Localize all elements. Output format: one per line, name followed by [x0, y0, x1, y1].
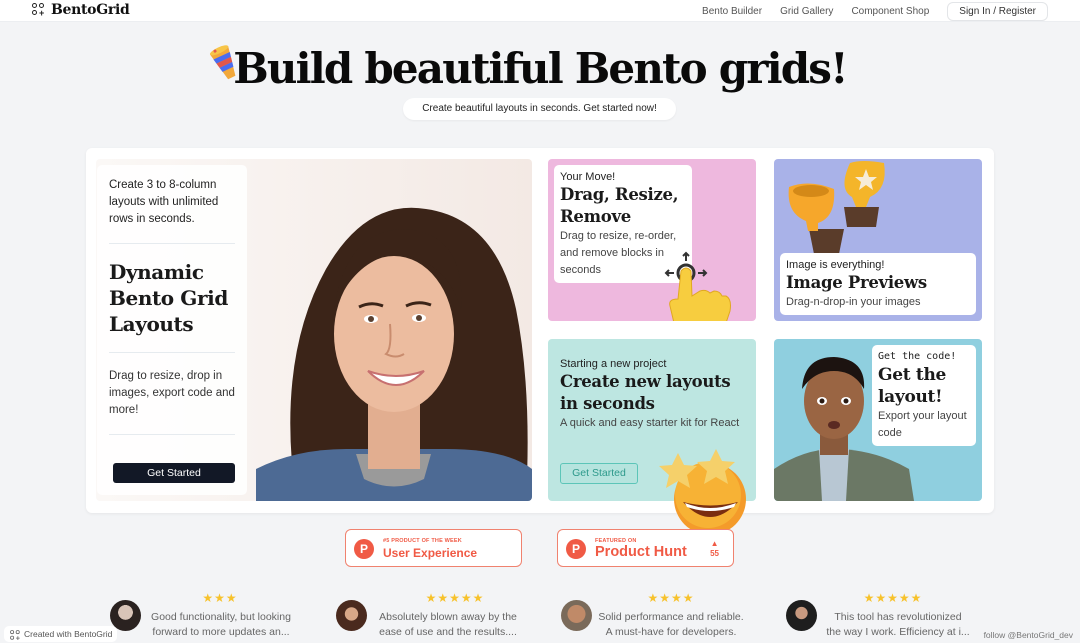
- rating-stars: ★★★★: [647, 591, 695, 605]
- woman-portrait-image: [256, 207, 532, 501]
- main-card-panel: Create 3 to 8-column layouts with unlimi…: [97, 165, 247, 495]
- trophy-icon: [788, 161, 885, 254]
- bento-grid: Create 3 to 8-column layouts with unlimi…: [86, 148, 994, 513]
- card-drag-resize: Your Move! Drag, Resize, Remove Drag to …: [548, 159, 756, 321]
- image-card-title: Image Previews: [786, 273, 927, 292]
- create-card-eyebrow: Starting a new project: [560, 358, 667, 370]
- product-hunt-logo-icon: P: [354, 539, 374, 559]
- get-started-button[interactable]: Get Started: [113, 463, 235, 483]
- drag-card-title: Drag, Resize, Remove: [560, 185, 679, 226]
- code-card-desc: Export your layout code: [878, 410, 967, 439]
- create-card-desc: A quick and easy starter kit for React: [560, 417, 740, 429]
- testimonial-line: This tool has revolutionized: [834, 611, 962, 623]
- sign-in-button[interactable]: Sign In / Register: [947, 2, 1048, 21]
- divider: [109, 434, 235, 435]
- main-card-intro: Create 3 to 8-column layouts with unlimi…: [109, 179, 219, 225]
- image-card-textbox: Image is everything! Image Previews Drag…: [780, 253, 976, 315]
- code-card-title: Get the layout!: [878, 365, 947, 407]
- bento-logo-icon: +: [32, 3, 46, 18]
- image-card-desc: Drag-n-drop-in your images: [786, 296, 921, 308]
- rating-stars: ★★★★★: [425, 591, 485, 605]
- logo-text: BentoGrid: [51, 2, 130, 18]
- drag-card-eyebrow: Your Move!: [560, 171, 616, 183]
- image-card-eyebrow: Image is everything!: [786, 259, 885, 271]
- featured-product-hunt-badge[interactable]: P FEATURED ON Product Hunt ▲ 55: [557, 529, 734, 567]
- rating-stars: ★★★★★: [863, 591, 923, 605]
- testimonial-text: Solid performance and reliable. A must-h…: [597, 610, 745, 640]
- create-card-text: Starting a new project Create new layout…: [560, 357, 750, 432]
- testimonial-line: Solid performance and reliable.: [598, 611, 744, 623]
- main-card-title: Dynamic Bento Grid Layouts: [109, 260, 228, 336]
- nav-link-component-shop[interactable]: Component Shop: [851, 6, 929, 17]
- testimonial-text: Absolutely blown away by the ease of use…: [376, 610, 520, 640]
- hero-subtitle: Create beautiful layouts in seconds. Get…: [403, 98, 676, 120]
- upvote-count: ▲ 55: [710, 539, 719, 560]
- create-get-started-button[interactable]: Get Started: [560, 463, 638, 484]
- testimonial-line: Absolutely blown away by the: [379, 611, 517, 623]
- divider: [109, 352, 235, 353]
- nav-link-bento-builder[interactable]: Bento Builder: [702, 6, 762, 17]
- divider: [109, 243, 235, 244]
- code-card-eyebrow: Get the code!: [878, 351, 957, 362]
- card-dynamic-layouts: Create 3 to 8-column layouts with unlimi…: [96, 159, 532, 501]
- created-with-badge[interactable]: + Created with BentoGrid: [4, 626, 118, 642]
- upvote-number: 55: [710, 549, 719, 558]
- nav-links: Bento Builder Grid Gallery Component Sho…: [702, 2, 1048, 21]
- testimonial-text: This tool has revolutionized the way I w…: [824, 610, 972, 640]
- testimonial-line: forward to more updates an...: [152, 626, 290, 638]
- bento-logo-icon: +: [10, 629, 20, 641]
- nav-link-grid-gallery[interactable]: Grid Gallery: [780, 6, 833, 17]
- avatar: [786, 600, 817, 631]
- logo[interactable]: + BentoGrid: [32, 2, 130, 18]
- code-card-textbox: Get the code! Get the layout! Export you…: [872, 345, 976, 446]
- testimonial-line: the way I work. Efficiency at i...: [826, 626, 970, 638]
- testimonial-line: ease of use and the results....: [379, 626, 517, 638]
- main-card-desc: Drag to resize, drop in images, export c…: [109, 370, 235, 416]
- created-with-text: Created with BentoGrid: [24, 629, 113, 639]
- card-get-code: Get the code! Get the layout! Export you…: [774, 339, 982, 501]
- badge-title: Product Hunt: [595, 544, 687, 560]
- product-of-week-badge[interactable]: P #5 PRODUCT OF THE WEEK User Experience: [345, 529, 522, 567]
- badge-caption: #5 PRODUCT OF THE WEEK: [383, 538, 462, 544]
- pointing-hand-icon: [664, 251, 731, 321]
- card-image-previews: Image is everything! Image Previews Drag…: [774, 159, 982, 321]
- create-card-title: Create new layouts in seconds: [560, 372, 731, 413]
- testimonial-line: A must-have for developers.: [605, 626, 737, 638]
- star-struck-emoji-icon: [659, 449, 746, 535]
- hero-title: Build beautiful Bento grids!: [233, 44, 848, 93]
- avatar: [561, 600, 592, 631]
- avatar: [336, 600, 367, 631]
- product-hunt-logo-icon: P: [566, 539, 586, 559]
- testimonial-line: Good functionality, but looking: [151, 611, 291, 623]
- badge-title: User Experience: [383, 546, 478, 560]
- testimonial-text: Good functionality, but looking forward …: [148, 610, 294, 640]
- follow-link[interactable]: follow @BentoGrid_dev: [984, 630, 1073, 640]
- rating-stars: ★★★: [202, 591, 238, 605]
- top-nav: + BentoGrid Bento Builder Grid Gallery C…: [0, 0, 1080, 22]
- upvote-arrow-icon: ▲: [710, 539, 719, 548]
